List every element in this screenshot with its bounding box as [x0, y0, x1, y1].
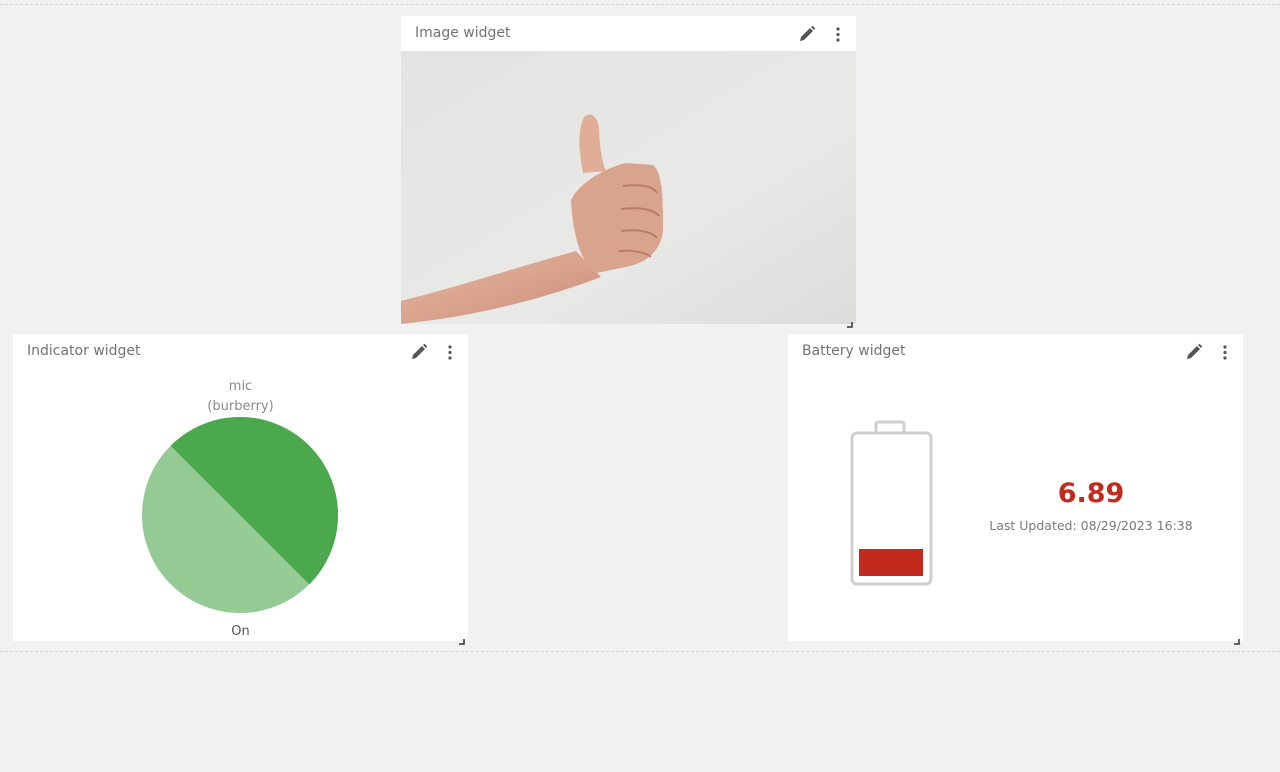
widget-header: Indicator widget: [13, 334, 468, 369]
vertical-ellipsis-icon[interactable]: [1220, 343, 1230, 361]
image-widget[interactable]: Image widget: [401, 16, 856, 328]
pencil-icon[interactable]: [1185, 343, 1203, 361]
indicator-circle: [142, 416, 339, 613]
resize-corner-icon[interactable]: [847, 315, 853, 328]
battery-level-fill: [859, 549, 923, 576]
widget-title: Indicator widget: [27, 343, 141, 359]
dashboard-top-border: [0, 4, 1280, 5]
dashboard-bottom-border: [0, 651, 1280, 652]
pencil-icon[interactable]: [410, 343, 428, 361]
battery-value: 6.89: [1057, 478, 1125, 509]
widget-title: Image widget: [415, 25, 511, 41]
pencil-icon[interactable]: [798, 25, 816, 43]
thumbs-up-image: [401, 51, 856, 324]
widget-header: Image widget: [401, 16, 856, 51]
widget-header: Battery widget: [788, 334, 1243, 369]
last-updated-text: Last Updated: 08/29/2023 16:38: [989, 518, 1193, 533]
indicator-widget[interactable]: Indicator widget mic (burberry) On: [13, 334, 468, 645]
battery-widget[interactable]: Battery widget 6.89 Last Updated: 08/29/…: [788, 334, 1243, 645]
sensor-name: mic: [228, 379, 253, 394]
indicator-state: On: [231, 624, 250, 639]
vertical-ellipsis-icon[interactable]: [445, 343, 455, 361]
vertical-ellipsis-icon[interactable]: [833, 25, 843, 43]
resize-corner-icon[interactable]: [459, 632, 465, 645]
widget-title: Battery widget: [802, 343, 906, 359]
resize-corner-icon[interactable]: [1234, 632, 1240, 645]
device-name: (burberry): [207, 399, 274, 414]
battery-icon: [850, 420, 933, 586]
